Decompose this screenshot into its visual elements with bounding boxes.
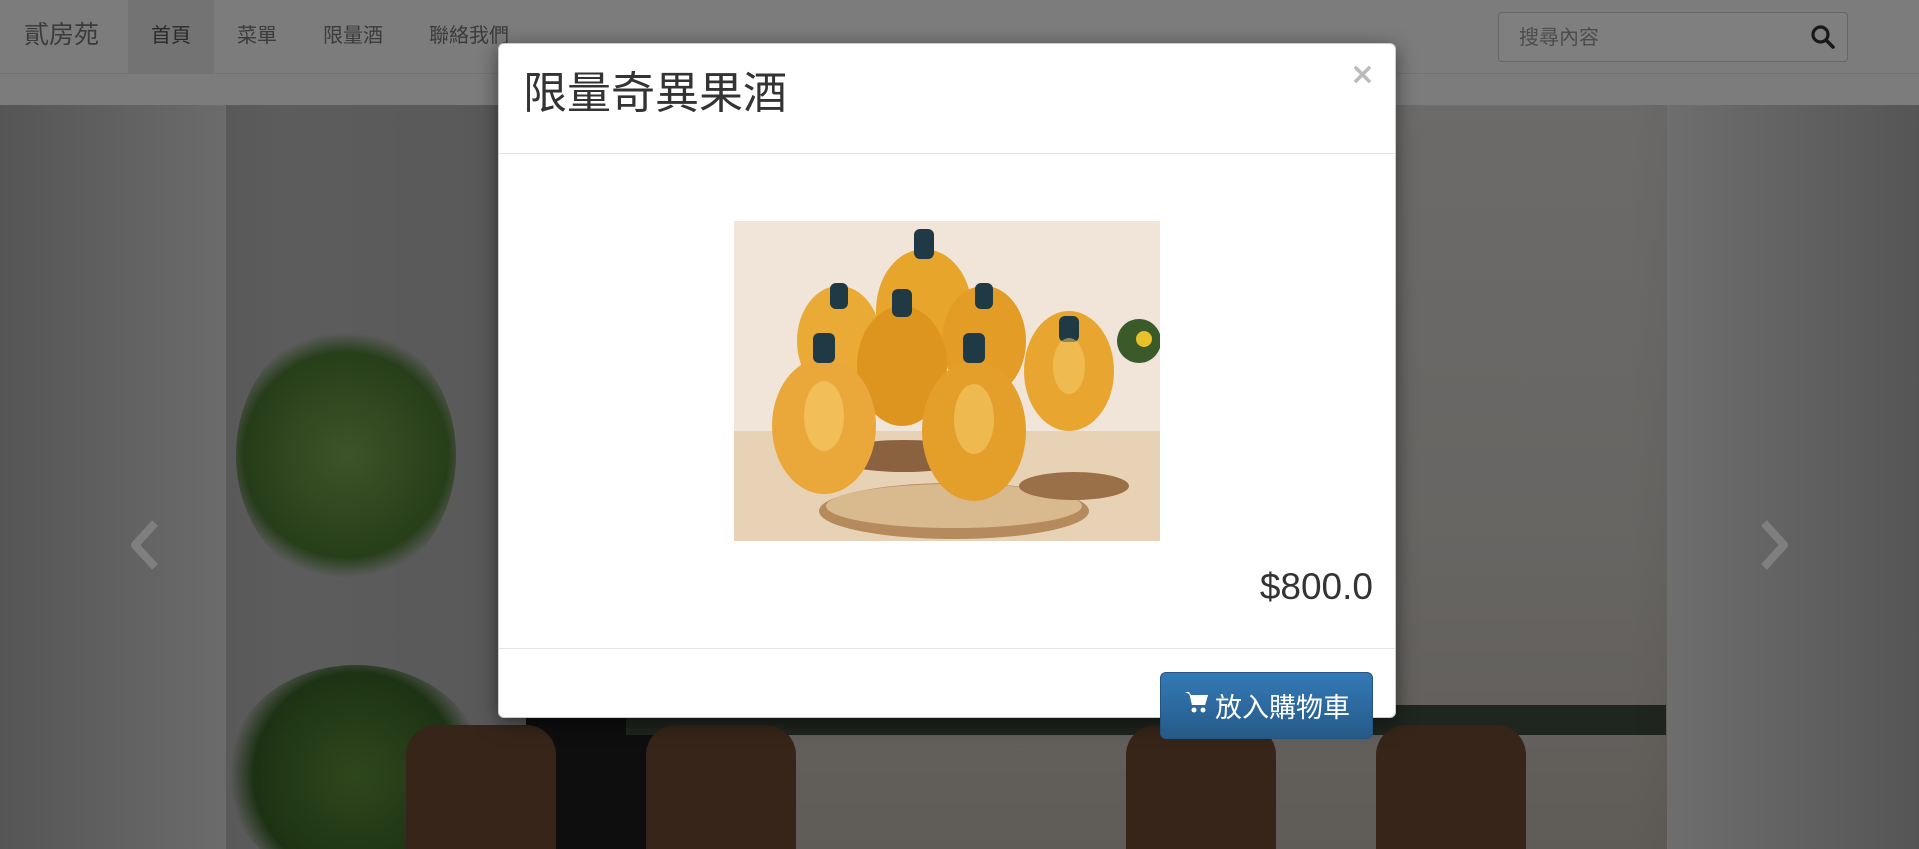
modal-title: 限量奇異果酒 — [523, 68, 787, 119]
modal-footer: 放入購物車 — [499, 648, 1395, 739]
shopping-cart-icon — [1183, 688, 1211, 723]
close-icon[interactable]: × — [1350, 60, 1375, 90]
product-price: $800.0 — [1259, 566, 1373, 607]
product-image — [734, 221, 1160, 541]
modal-header: 限量奇異果酒 × — [499, 44, 1395, 154]
add-to-cart-label: 放入購物車 — [1215, 693, 1350, 724]
add-to-cart-button[interactable]: 放入購物車 — [1160, 672, 1373, 739]
product-modal: 限量奇異果酒 × $800.0 放入購物車 — [498, 43, 1396, 739]
modal-body: $800.0 — [499, 154, 1395, 648]
